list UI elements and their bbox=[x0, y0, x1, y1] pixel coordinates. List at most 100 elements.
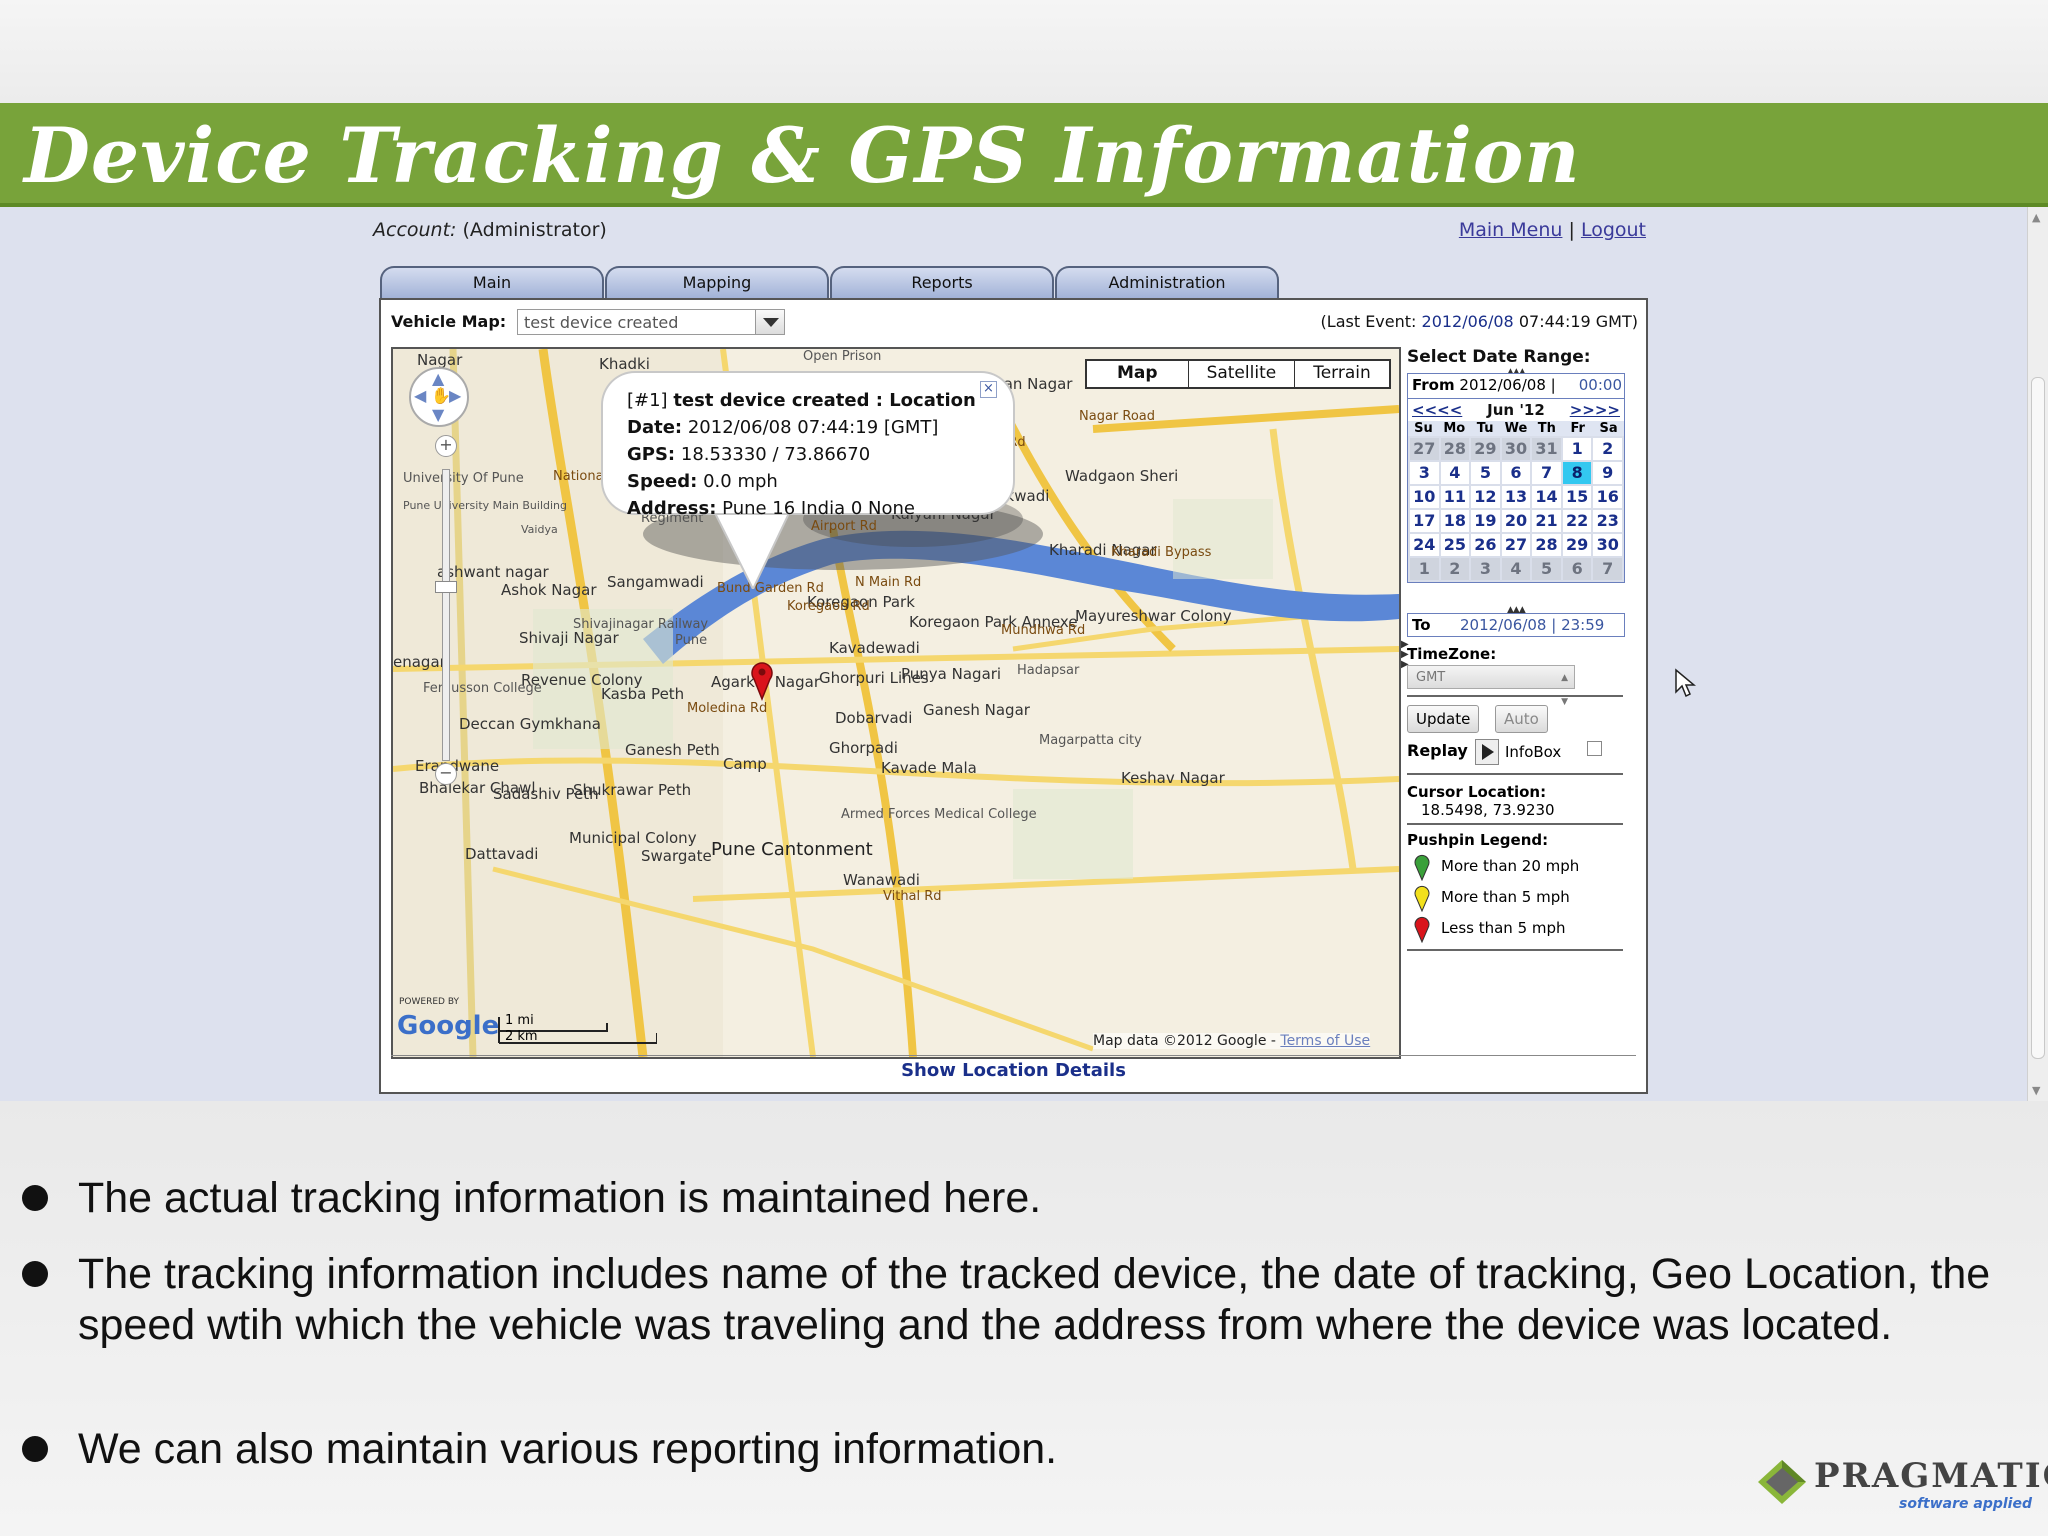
from-date[interactable]: 2012/06/08 bbox=[1459, 376, 1545, 394]
calendar-day[interactable]: 6 bbox=[1501, 462, 1531, 484]
calendar-day[interactable]: 18 bbox=[1440, 510, 1470, 532]
to-value[interactable]: 2012/06/08 | 23:59 bbox=[1460, 616, 1604, 634]
map-label: Mundhwa Rd bbox=[1001, 623, 1086, 638]
info-speed-label: Speed: bbox=[627, 471, 698, 492]
calendar-day[interactable]: 12 bbox=[1471, 486, 1500, 508]
tab-mapping[interactable]: Mapping bbox=[605, 266, 829, 300]
account-value: (Administrator) bbox=[462, 219, 607, 241]
scroll-up-arrow-icon[interactable]: ▲ bbox=[2032, 211, 2040, 224]
scroll-down-arrow-icon[interactable]: ▼ bbox=[2032, 1084, 2040, 1097]
calendar-day[interactable]: 19 bbox=[1471, 510, 1500, 532]
zoom-in-button[interactable]: + bbox=[435, 435, 457, 457]
calendar-day[interactable]: 27 bbox=[1501, 534, 1531, 556]
pan-control[interactable]: ▲ ◀ ✋ ▶ ▼ bbox=[409, 367, 469, 427]
calendar-day[interactable]: 1 bbox=[1562, 438, 1592, 460]
from-row: From 2012/06/08 | 00:00 bbox=[1408, 374, 1624, 399]
calendar-day[interactable]: 14 bbox=[1532, 486, 1561, 508]
calendar-day[interactable]: 7 bbox=[1593, 558, 1622, 580]
from-time[interactable]: 00:00 bbox=[1579, 376, 1622, 394]
calendar-day[interactable]: 6 bbox=[1562, 558, 1592, 580]
calendar-day[interactable]: 24 bbox=[1410, 534, 1439, 556]
calendar-day[interactable]: 20 bbox=[1501, 510, 1531, 532]
calendar-day[interactable]: 31 bbox=[1532, 438, 1561, 460]
logout-link[interactable]: Logout bbox=[1581, 219, 1646, 241]
pan-right-icon[interactable]: ▶ bbox=[449, 386, 461, 405]
calendar-day[interactable]: 5 bbox=[1532, 558, 1561, 580]
calendar-day[interactable]: 29 bbox=[1471, 438, 1500, 460]
calendar-day[interactable]: 15 bbox=[1562, 486, 1592, 508]
pan-down-icon[interactable]: ▼ bbox=[432, 405, 444, 424]
calendar-day[interactable]: 17 bbox=[1410, 510, 1439, 532]
timezone-select[interactable]: GMT ▲ ▼ bbox=[1407, 665, 1575, 707]
calendar-day[interactable]: 21 bbox=[1532, 510, 1561, 532]
spinner-icon[interactable]: ▲ ▼ bbox=[1561, 666, 1568, 714]
to-time[interactable]: 23:59 bbox=[1561, 616, 1604, 634]
close-icon[interactable]: × bbox=[980, 381, 997, 398]
zoom-slider-thumb[interactable] bbox=[435, 581, 457, 593]
calendar-day[interactable]: 3 bbox=[1471, 558, 1500, 580]
map-label: Keshav Nagar bbox=[1121, 769, 1225, 787]
calendar-day[interactable]: 1 bbox=[1410, 558, 1439, 580]
calendar-day[interactable]: 2 bbox=[1440, 558, 1470, 580]
tab-reports[interactable]: Reports bbox=[830, 266, 1054, 300]
scrollbar-thumb[interactable] bbox=[2031, 377, 2045, 1059]
info-address: Address: Pune 16 India 0 None bbox=[627, 495, 989, 522]
calendar-day[interactable]: 28 bbox=[1440, 438, 1470, 460]
calendar-day[interactable]: 22 bbox=[1562, 510, 1592, 532]
calendar-day[interactable]: 4 bbox=[1501, 558, 1531, 580]
mouse-cursor-icon bbox=[1675, 668, 1696, 698]
calendar-day[interactable]: 23 bbox=[1593, 510, 1622, 532]
calendar-day[interactable]: 7 bbox=[1532, 462, 1561, 484]
top-links: Main Menu | Logout bbox=[1459, 219, 1646, 241]
calendar-day[interactable]: 10 bbox=[1410, 486, 1439, 508]
map-label: Swargate bbox=[641, 847, 712, 865]
tab-administration[interactable]: Administration bbox=[1055, 266, 1279, 300]
calendar-day[interactable]: 29 bbox=[1562, 534, 1592, 556]
bullet-text: The actual tracking information is maint… bbox=[78, 1174, 1042, 1222]
zoom-slider-track[interactable] bbox=[442, 469, 450, 761]
terms-of-use-link[interactable]: Terms of Use bbox=[1280, 1033, 1370, 1049]
calendar-day[interactable]: 28 bbox=[1532, 534, 1561, 556]
calendar-day[interactable]: 9 bbox=[1593, 462, 1622, 484]
calendar-day[interactable]: 2 bbox=[1593, 438, 1622, 460]
map-label: Kavadewadi bbox=[829, 639, 920, 657]
map-canvas[interactable]: Nagar Khadki Open Prison Viman Nagar Nag… bbox=[391, 347, 1401, 1059]
zoom-out-button[interactable]: − bbox=[435, 763, 457, 785]
map-label: Koregaon Rd bbox=[787, 599, 870, 614]
prev-month-link[interactable]: <<<< bbox=[1412, 401, 1462, 419]
page-scrollbar[interactable]: ▲ ▼ bbox=[2027, 207, 2048, 1101]
calendar-day[interactable]: 26 bbox=[1471, 534, 1500, 556]
update-button[interactable]: Update bbox=[1407, 705, 1480, 733]
cursor-location-value: 18.5498, 73.9230 bbox=[1421, 801, 1555, 819]
calendar-day[interactable]: 16 bbox=[1593, 486, 1622, 508]
divider bbox=[1407, 695, 1623, 697]
main-menu-link[interactable]: Main Menu bbox=[1459, 219, 1563, 241]
vehicle-select[interactable]: test device created bbox=[517, 309, 785, 335]
map-type-map[interactable]: Map bbox=[1087, 361, 1188, 387]
map-type-satellite[interactable]: Satellite bbox=[1187, 361, 1295, 387]
tab-main[interactable]: Main bbox=[380, 266, 604, 300]
calendar-day[interactable]: 5 bbox=[1471, 462, 1500, 484]
map-type-terrain[interactable]: Terrain bbox=[1294, 361, 1389, 387]
calendar-day[interactable]: 27 bbox=[1410, 438, 1439, 460]
show-location-details-link[interactable]: Show Location Details bbox=[381, 1060, 1646, 1081]
map-label: Magarpatta city bbox=[1039, 733, 1142, 748]
chevron-down-icon[interactable] bbox=[755, 310, 784, 334]
map-pushpin-icon[interactable] bbox=[750, 661, 774, 701]
calendar-day[interactable]: 30 bbox=[1593, 534, 1622, 556]
infobox-checkbox[interactable] bbox=[1587, 741, 1602, 756]
to-date[interactable]: 2012/06/08 bbox=[1460, 616, 1546, 634]
info-speed-value: 0.0 mph bbox=[703, 471, 778, 492]
pan-left-icon[interactable]: ◀ bbox=[414, 386, 426, 405]
play-icon[interactable] bbox=[1475, 739, 1499, 765]
next-month-link[interactable]: >>>> bbox=[1570, 401, 1620, 419]
calendar-day[interactable]: 25 bbox=[1440, 534, 1470, 556]
calendar-day[interactable]: 8 bbox=[1562, 462, 1592, 484]
map-label: Ganesh Peth bbox=[625, 741, 720, 759]
auto-button[interactable]: Auto bbox=[1495, 705, 1548, 733]
calendar-day[interactable]: 3 bbox=[1410, 462, 1439, 484]
calendar-day[interactable]: 30 bbox=[1501, 438, 1531, 460]
calendar-day[interactable]: 13 bbox=[1501, 486, 1531, 508]
calendar-day[interactable]: 11 bbox=[1440, 486, 1470, 508]
calendar-day[interactable]: 4 bbox=[1440, 462, 1470, 484]
